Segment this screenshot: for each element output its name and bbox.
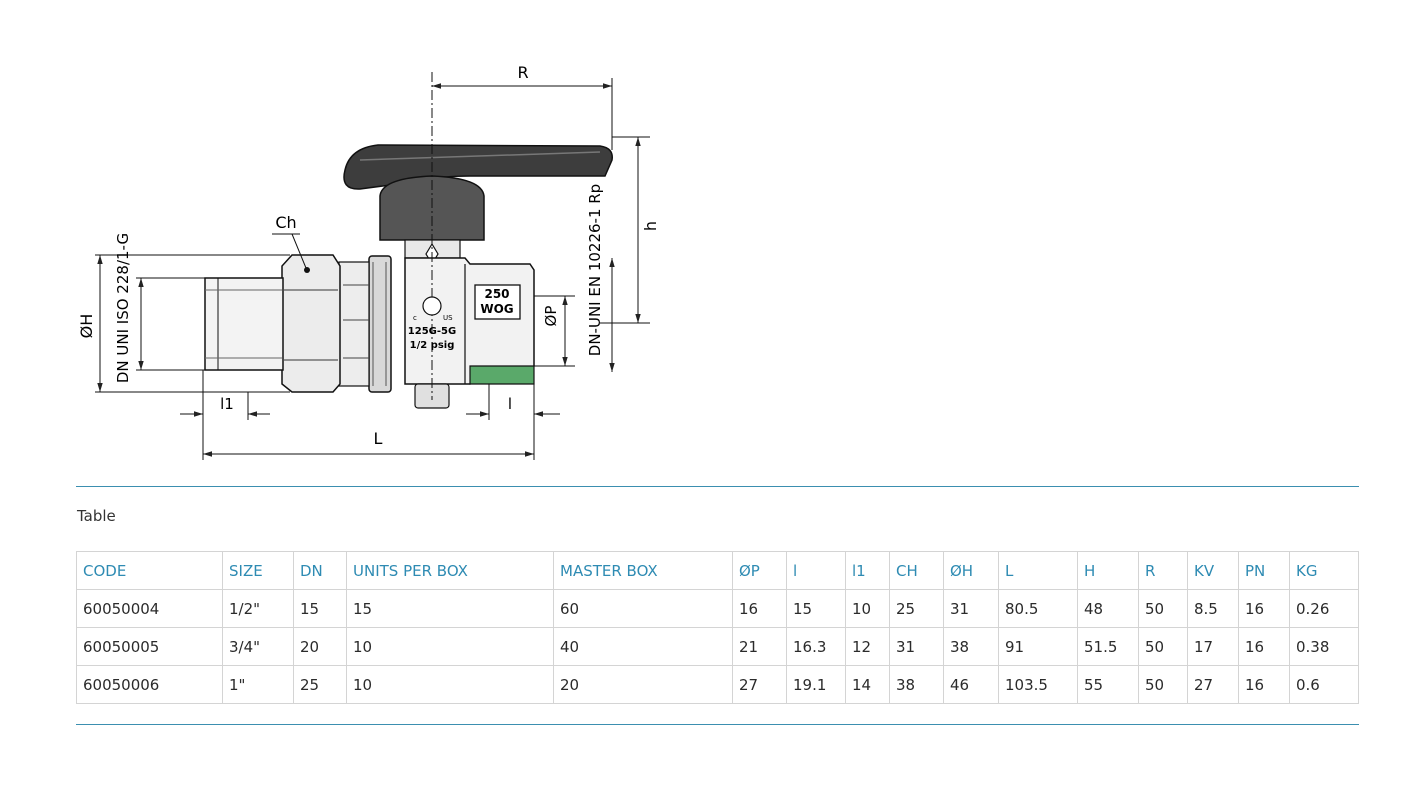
table-cell: 16: [732, 589, 787, 628]
table-cell: 80.5: [998, 589, 1078, 628]
table-cell: 16: [1238, 665, 1290, 704]
table-cell: 0.38: [1289, 627, 1359, 666]
dim-ch-label: Ch: [275, 213, 296, 232]
table-row: 60050006 1" 25 10 20 27 19.1 14 38 46 103.5 55 50 27 1…: [76, 665, 1359, 704]
table-caption: Table: [77, 507, 116, 525]
table-cell: 19.1: [786, 665, 846, 704]
table-cell: 15: [293, 589, 347, 628]
table-cell: 0.26: [1289, 589, 1359, 628]
column-header: ØP: [732, 551, 787, 590]
column-header: l1: [845, 551, 890, 590]
dim-l-small-label: l: [508, 395, 512, 413]
column-header: H: [1077, 551, 1139, 590]
dim-op-label: ØP: [542, 306, 560, 327]
table-cell: 20: [553, 665, 733, 704]
table-cell: 25: [293, 665, 347, 704]
cert-c: c: [413, 314, 417, 322]
lever-handle: [343, 144, 613, 190]
table-header-row: CODE SIZE DN UNITS PER BOX MASTER BOX ØP l l1 CH…: [76, 551, 1359, 590]
table-cell: 60050006: [76, 665, 223, 704]
column-header: MASTER BOX: [553, 551, 733, 590]
table-row: 60050005 3/4" 20 10 40 21 16.3 12 31 38 91 51.5 50 17…: [76, 627, 1359, 666]
table-cell: 55: [1077, 665, 1139, 704]
table-cell: 27: [732, 665, 787, 704]
table-cell: 14: [845, 665, 890, 704]
table-cell: 60050004: [76, 589, 223, 628]
pressure-rating-top: 250: [484, 287, 509, 301]
table-cell: 38: [943, 627, 999, 666]
column-header: CODE: [76, 551, 223, 590]
table-cell: 91: [998, 627, 1078, 666]
table-cell: 25: [889, 589, 944, 628]
column-header: CH: [889, 551, 944, 590]
pressure-rating-bottom: WOG: [480, 302, 513, 316]
table-cell: 1/2": [222, 589, 294, 628]
table-cell: 0.6: [1289, 665, 1359, 704]
threaded-tail: [204, 277, 284, 371]
table-cell: 10: [346, 665, 554, 704]
table-cell: 15: [786, 589, 846, 628]
dim-h-label: h: [641, 221, 660, 231]
dim-oh-label: ØH: [77, 314, 96, 339]
thread-spec-right: DN-UNI EN 10226-1 Rp: [586, 184, 604, 356]
table-cell: 31: [889, 627, 944, 666]
table-cell: 38: [889, 665, 944, 704]
column-header: PN: [1238, 551, 1290, 590]
divider-bottom: [76, 724, 1359, 725]
gas-rating: 125G-5G: [408, 326, 456, 337]
column-header: l: [786, 551, 846, 590]
table-cell: 48: [1077, 589, 1139, 628]
gas-pressure: 1/2 psig: [410, 340, 455, 351]
cert-us: US: [443, 314, 453, 322]
table-cell: 15: [346, 589, 554, 628]
table-row: 60050004 1/2" 15 15 60 16 15 10 25 31 80.5 48 50 8.5 1…: [76, 589, 1359, 628]
table-cell: 10: [845, 589, 890, 628]
table-cell: 10: [346, 627, 554, 666]
thread-spec-left: DN UNI ISO 228/1-G: [114, 233, 132, 383]
table-cell: 3/4": [222, 627, 294, 666]
table-cell: 21: [732, 627, 787, 666]
valve-body: [404, 257, 535, 385]
column-header: L: [998, 551, 1078, 590]
divider-top: [76, 486, 1359, 487]
valve-technical-drawing: 250 WOG c US 125G-5G 1/2 psig R h DN-UNI…: [77, 63, 660, 460]
table-cell: 8.5: [1187, 589, 1239, 628]
table-cell: 20: [293, 627, 347, 666]
table-cell: 51.5: [1077, 627, 1139, 666]
table-cell: 50: [1138, 627, 1188, 666]
table-cell: 103.5: [998, 665, 1078, 704]
column-header: R: [1138, 551, 1188, 590]
hex-nut: [281, 254, 341, 393]
table-cell: 50: [1138, 665, 1188, 704]
table-cell: 46: [943, 665, 999, 704]
table-cell: 12: [845, 627, 890, 666]
table-cell: 16: [1238, 589, 1290, 628]
spec-table: CODE SIZE DN UNITS PER BOX MASTER BOX ØP l l1 CH…: [76, 551, 1359, 704]
column-header: DN: [293, 551, 347, 590]
table-cell: 40: [553, 627, 733, 666]
table-cell: 27: [1187, 665, 1239, 704]
column-header: ØH: [943, 551, 999, 590]
dim-r-label: R: [517, 63, 528, 82]
column-header: SIZE: [222, 551, 294, 590]
table-cell: 16: [1238, 627, 1290, 666]
dim-l-label: L: [374, 429, 383, 448]
column-header: KV: [1187, 551, 1239, 590]
dim-l1-label: l1: [220, 395, 234, 413]
table-cell: 50: [1138, 589, 1188, 628]
table-cell: 1": [222, 665, 294, 704]
table-cell: 17: [1187, 627, 1239, 666]
table-cell: 16.3: [786, 627, 846, 666]
table-cell: 31: [943, 589, 999, 628]
table-cell: 60050005: [76, 627, 223, 666]
certification-mark: [422, 296, 442, 316]
table-cell: 60: [553, 589, 733, 628]
column-header: KG: [1289, 551, 1359, 590]
column-header: UNITS PER BOX: [346, 551, 554, 590]
